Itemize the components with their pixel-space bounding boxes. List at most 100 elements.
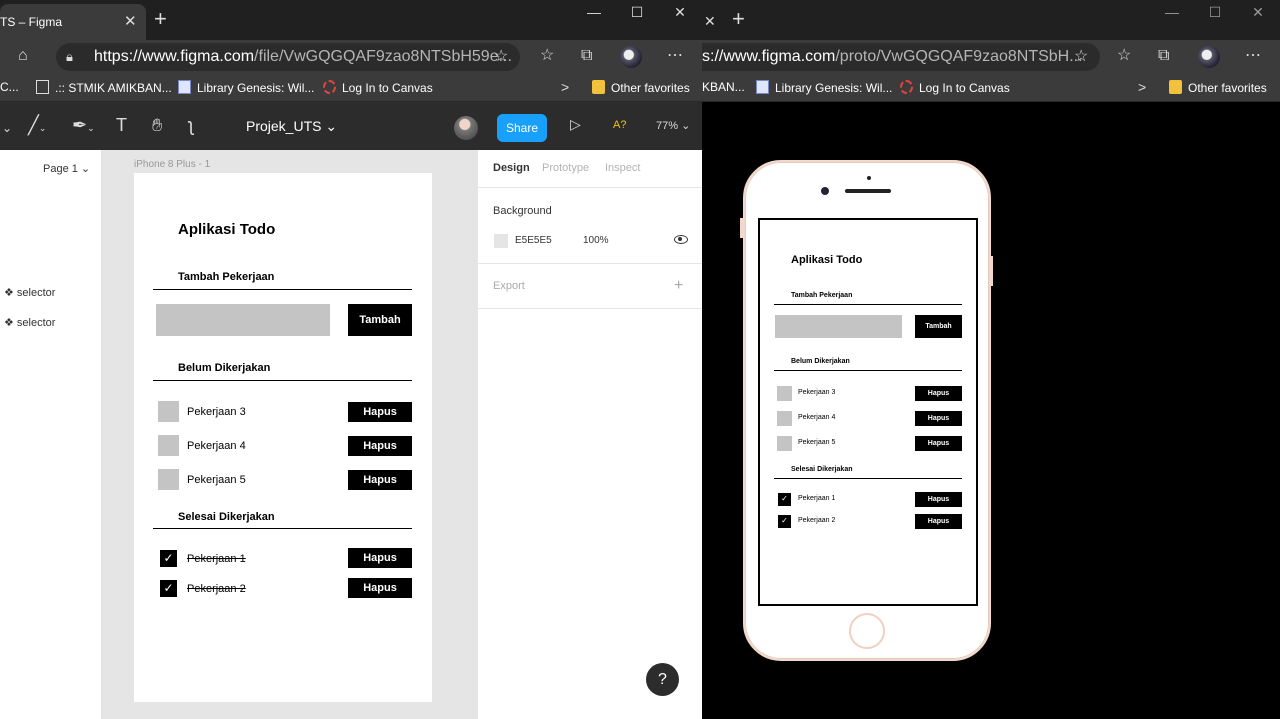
task-checkbox-checked[interactable]: ✓ [777, 492, 792, 507]
share-button[interactable]: Share [497, 114, 547, 142]
section-heading: Belum Dikerjakan [791, 358, 850, 365]
delete-button[interactable]: Hapus [915, 386, 962, 401]
tab-bar: ✕ + — ☐ ✕ [702, 0, 1280, 40]
bg-opacity-value[interactable]: 100% [583, 235, 609, 246]
favorites-more-chevron[interactable]: > [1138, 79, 1146, 95]
divider [153, 289, 412, 290]
check-icon: ✓ [777, 514, 792, 529]
maximize-icon[interactable]: ☐ [1201, 4, 1229, 21]
line-tool-icon[interactable]: ╱⌄ [28, 116, 46, 137]
profile-avatar[interactable] [620, 46, 642, 68]
favorites-icon[interactable]: ☆ [1117, 47, 1131, 65]
section-heading: Belum Dikerjakan [178, 362, 271, 374]
favorite-item[interactable]: C... [0, 80, 19, 94]
user-avatar[interactable] [454, 116, 478, 140]
task-checkbox-checked[interactable]: ✓ [158, 578, 179, 599]
favorite-item[interactable]: Log In to Canvas [900, 80, 1010, 95]
favorites-icon[interactable]: ☆ [540, 47, 554, 65]
delete-button[interactable]: Hapus [348, 548, 412, 568]
add-favorite-icon[interactable]: ☆ [494, 48, 508, 66]
zoom-level[interactable]: 77% ⌄ [656, 119, 690, 132]
delete-button[interactable]: Hapus [915, 436, 962, 451]
other-favorites[interactable]: Other favorites [1169, 80, 1267, 95]
delete-button[interactable]: Hapus [915, 492, 962, 507]
task-checkbox[interactable] [158, 435, 179, 456]
delete-button[interactable]: Hapus [348, 436, 412, 456]
url-field[interactable]: 🔒︎ https://www.figma.com/file/VwGQGQAF9z… [56, 43, 520, 71]
task-checkbox-checked[interactable]: ✓ [777, 514, 792, 529]
task-checkbox[interactable] [158, 401, 179, 422]
tab-close-icon[interactable]: ✕ [124, 12, 137, 30]
maximize-icon[interactable]: ☐ [623, 4, 651, 21]
bg-hex-value[interactable]: E5E5E5 [515, 235, 552, 246]
favorite-item[interactable]: Library Genesis: Wil... [756, 80, 892, 95]
home-button[interactable] [849, 613, 885, 649]
close-window-icon[interactable]: ✕ [1244, 4, 1272, 21]
task-input[interactable] [775, 315, 902, 338]
more-menu-icon[interactable]: ⋯ [667, 47, 683, 65]
minimize-icon[interactable]: — [580, 4, 608, 20]
help-button[interactable]: ? [646, 663, 679, 696]
collections-icon[interactable]: ⧉ [581, 47, 592, 65]
prototype-screen[interactable]: Aplikasi Todo Tambah Pekerjaan Tambah Be… [758, 218, 978, 606]
frame-label[interactable]: iPhone 8 Plus - 1 [134, 159, 210, 170]
favorite-item[interactable]: Log In to Canvas [323, 80, 433, 95]
color-swatch[interactable] [494, 234, 508, 248]
new-tab-icon[interactable]: + [154, 8, 167, 30]
add-button[interactable]: Tambah [348, 304, 412, 336]
file-title[interactable]: Projek_UTS ⌄ [246, 118, 337, 135]
delete-button[interactable]: Hapus [915, 411, 962, 426]
favorite-item[interactable]: Library Genesis: Wil... [178, 80, 314, 95]
add-favorite-icon[interactable]: ☆ [1074, 48, 1088, 66]
book-icon [756, 80, 769, 94]
figma-browser-window: TS – Figma ✕ + — ☐ ✕ ⌂ 🔒︎ https://www.fi… [0, 0, 702, 719]
delete-button[interactable]: Hapus [348, 402, 412, 422]
new-tab-icon[interactable]: + [732, 8, 745, 30]
delete-button[interactable]: Hapus [915, 514, 962, 529]
comment-tool-icon[interactable]: ʅ [189, 116, 193, 134]
minimize-icon[interactable]: — [1158, 4, 1186, 20]
section-heading: Selesai Dikerjakan [178, 511, 275, 523]
figma-canvas[interactable]: iPhone 8 Plus - 1 Aplikasi Todo Tambah P… [102, 150, 477, 719]
iphone-frame[interactable]: Aplikasi Todo Tambah Pekerjaan Tambah Be… [134, 173, 432, 702]
hand-tool-icon[interactable]: ✋︎ [152, 116, 162, 134]
task-checkbox-checked[interactable]: ✓ [158, 548, 179, 569]
task-checkbox[interactable] [777, 411, 792, 426]
task-label: Pekerjaan 4 [798, 414, 836, 421]
tab-design[interactable]: Design [493, 162, 530, 174]
tab-prototype[interactable]: Prototype [542, 162, 589, 174]
other-favorites[interactable]: Other favorites [592, 80, 690, 95]
add-export-icon[interactable]: + [674, 277, 683, 295]
tab-close-icon[interactable]: ✕ [704, 13, 716, 30]
layer-item[interactable]: ❖ selector [4, 316, 55, 329]
task-input[interactable] [156, 304, 330, 336]
accessibility-check[interactable]: A? [613, 119, 626, 131]
delete-button[interactable]: Hapus [348, 470, 412, 490]
layers-panel: Page 1 ⌄ ❖ selector ❖ selector [0, 150, 102, 719]
task-checkbox[interactable] [158, 469, 179, 490]
delete-button[interactable]: Hapus [348, 578, 412, 598]
collections-icon[interactable]: ⧉ [1158, 47, 1169, 65]
profile-avatar[interactable] [1198, 46, 1220, 68]
more-menu-icon[interactable]: ⋯ [1245, 47, 1261, 65]
present-play-icon[interactable]: ▷ [570, 116, 581, 133]
task-checkbox[interactable] [777, 436, 792, 451]
close-window-icon[interactable]: ✕ [666, 4, 694, 21]
text-tool-icon[interactable]: T [116, 116, 127, 134]
task-label: Pekerjaan 3 [798, 389, 836, 396]
chevron-down-icon[interactable]: ⌄ [2, 119, 12, 137]
add-button[interactable]: Tambah [915, 315, 962, 338]
page-selector[interactable]: Page 1 ⌄ [43, 162, 90, 175]
layer-item[interactable]: ❖ selector [4, 286, 55, 299]
task-checkbox[interactable] [777, 386, 792, 401]
favorite-item[interactable]: .:: STMIK AMIKBAN... [36, 80, 172, 95]
favorites-more-chevron[interactable]: > [561, 79, 569, 95]
tab-figma[interactable]: TS – Figma ✕ [0, 4, 146, 40]
favorite-item[interactable]: KBAN... [702, 80, 745, 94]
lock-icon[interactable]: 🔒︎ [66, 48, 73, 66]
eye-icon[interactable] [674, 235, 688, 244]
pen-tool-icon[interactable]: ✒⌄ [72, 116, 95, 137]
url-field[interactable]: s://www.figma.com/proto/VwGQGQAF9zao8NTS… [702, 43, 1100, 71]
home-icon[interactable]: ⌂ [18, 47, 28, 65]
tab-inspect[interactable]: Inspect [605, 162, 640, 174]
